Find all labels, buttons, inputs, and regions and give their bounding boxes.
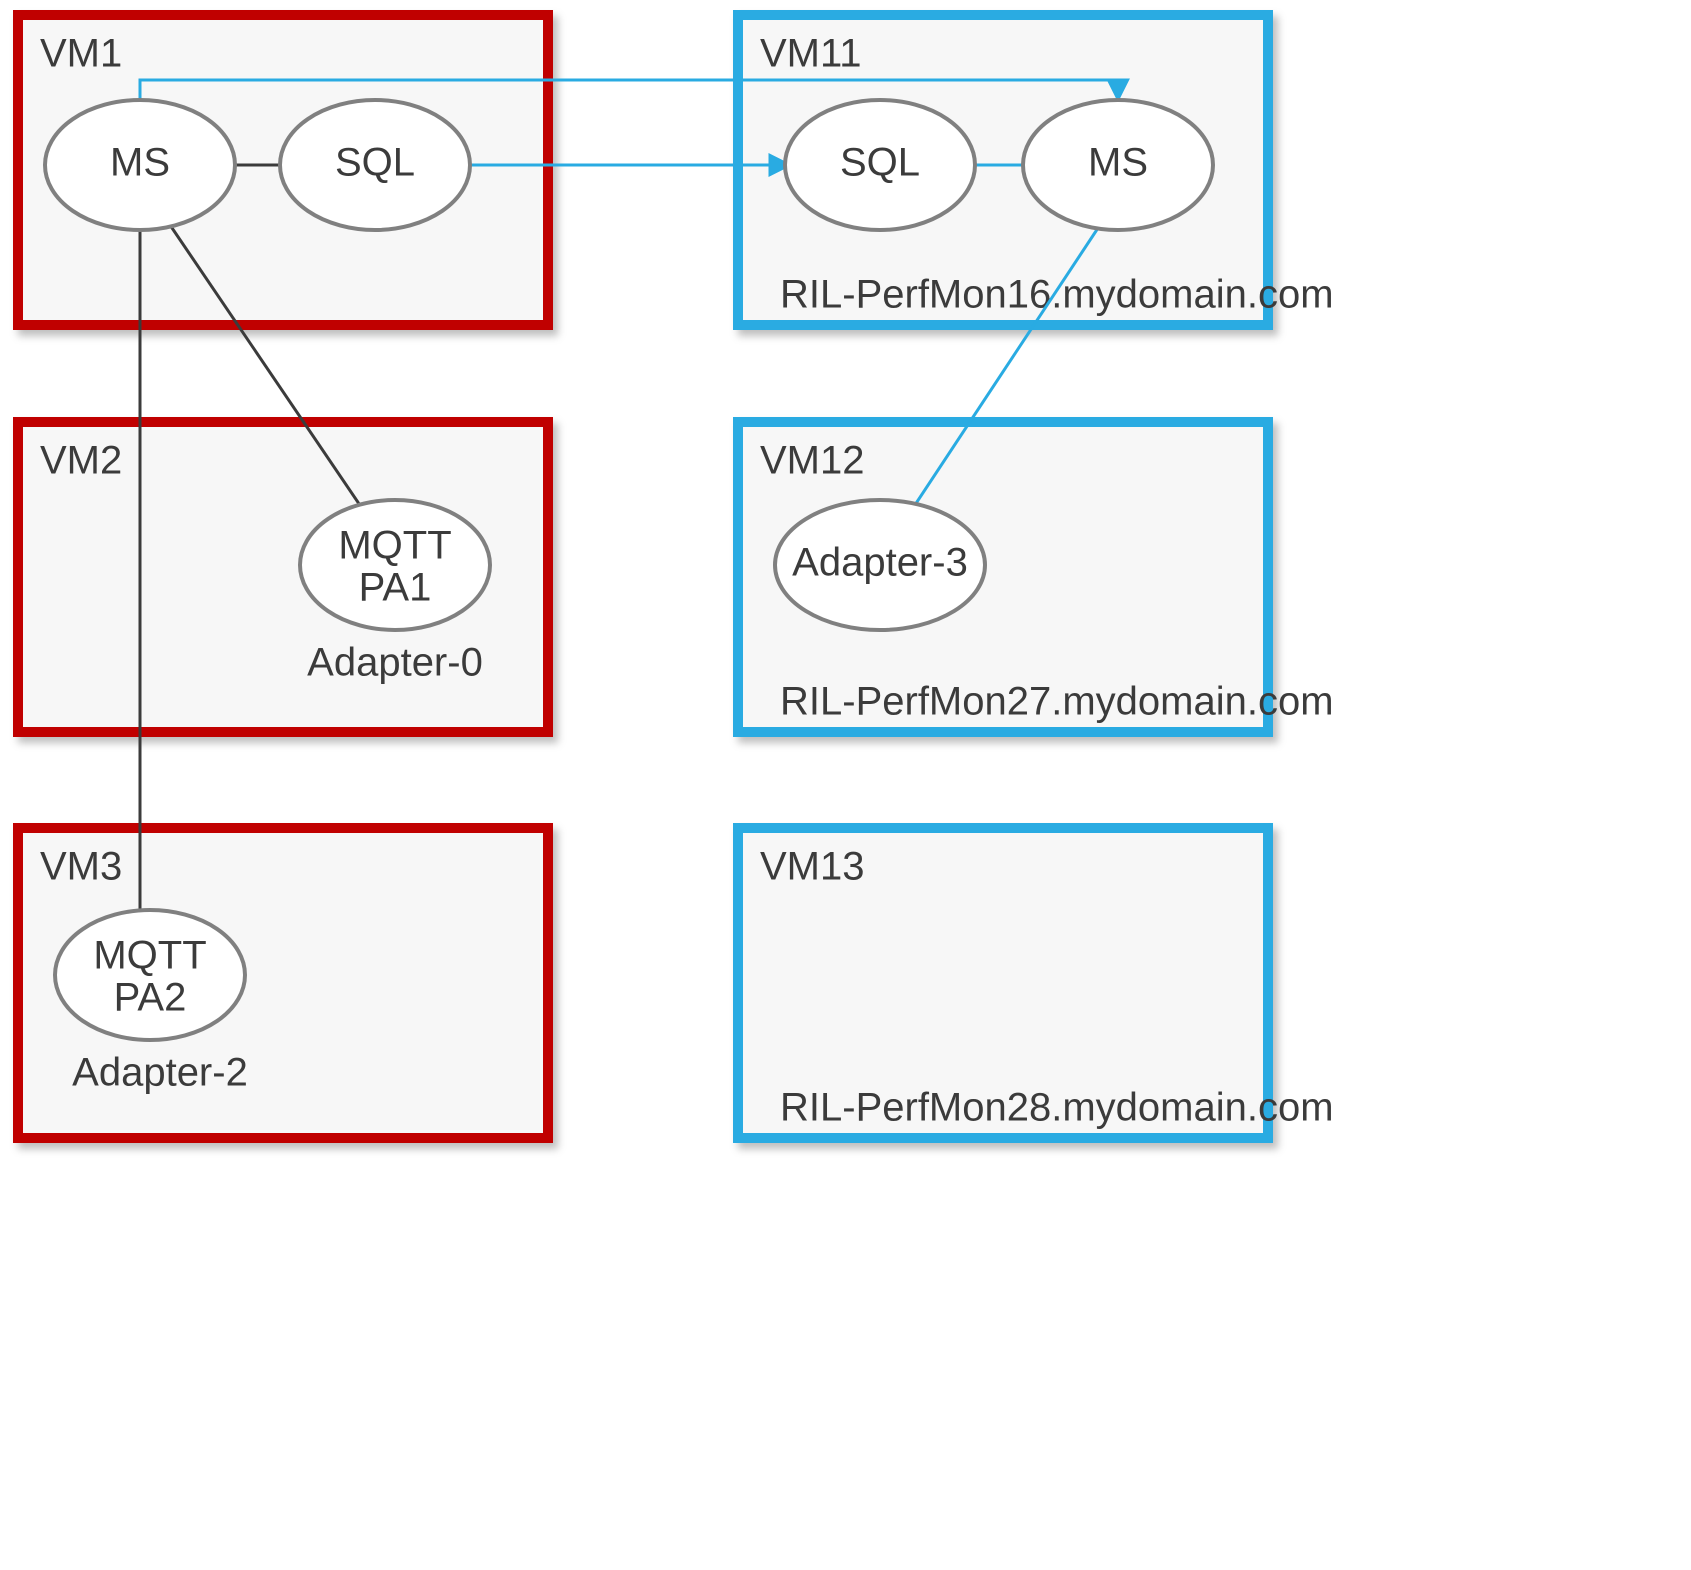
node-vm11-ms: MS [1023, 100, 1213, 230]
vm11-title: VM11 [760, 32, 862, 76]
node-vm2-mqtt-l1: MQTT [338, 524, 451, 568]
node-vm1-sql-label: SQL [335, 141, 415, 185]
node-vm2-sublabel: Adapter-0 [307, 641, 483, 685]
node-vm12-adapter-label: Adapter-3 [792, 541, 968, 585]
vm12-title: VM12 [760, 439, 865, 483]
node-vm3-mqtt-l1: MQTT [93, 934, 206, 978]
node-vm3-mqtt: MQTT PA2 [55, 910, 245, 1040]
vm12-host: RIL-PerfMon27.mydomain.com [780, 680, 1334, 724]
vm-box-vm13: VM13 RIL-PerfMon28.mydomain.com [738, 828, 1334, 1138]
node-vm11-ms-label: MS [1088, 141, 1148, 185]
vm13-title: VM13 [760, 845, 865, 889]
vm1-title: VM1 [40, 32, 122, 76]
node-vm1-ms: MS [45, 100, 235, 230]
node-vm11-sql: SQL [785, 100, 975, 230]
node-vm2-mqtt-l2: PA1 [359, 566, 432, 610]
vm11-host: RIL-PerfMon16.mydomain.com [780, 273, 1334, 317]
node-vm3-sublabel: Adapter-2 [72, 1051, 248, 1095]
node-vm11-sql-label: SQL [840, 141, 920, 185]
vm2-title: VM2 [40, 439, 122, 483]
vm13-host: RIL-PerfMon28.mydomain.com [780, 1086, 1334, 1130]
node-vm1-sql: SQL [280, 100, 470, 230]
node-vm2-mqtt: MQTT PA1 [300, 500, 490, 630]
node-vm3-mqtt-l2: PA2 [114, 976, 187, 1020]
node-vm12-adapter: Adapter-3 [775, 500, 985, 630]
diagram-root: VM1 VM11 RIL-PerfMon16.mydomain.com VM2 … [0, 0, 1691, 1570]
node-vm1-ms-label: MS [110, 141, 170, 185]
vm3-title: VM3 [40, 845, 122, 889]
